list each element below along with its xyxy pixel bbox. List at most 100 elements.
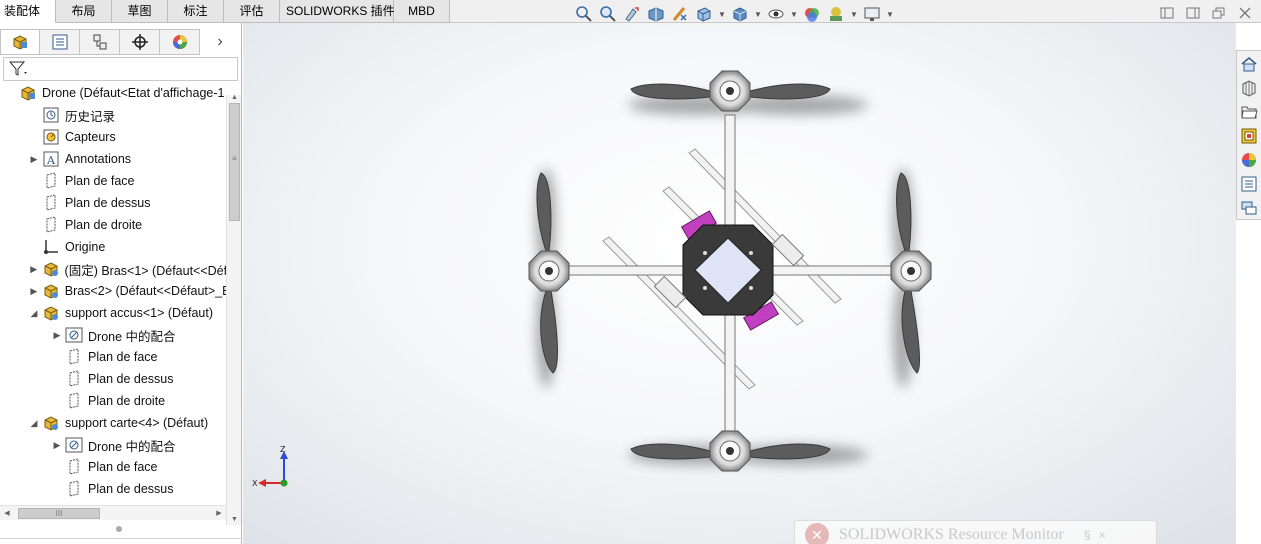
scroll-left-icon[interactable]: ◀ <box>0 506 14 521</box>
plane-icon <box>65 392 83 410</box>
displaymanager-icon[interactable] <box>160 29 200 55</box>
tree-item[interactable]: Plan de dessus <box>0 478 226 500</box>
more-managers-button[interactable]: › <box>200 29 240 55</box>
view-palette-icon[interactable] <box>1237 124 1261 148</box>
heads-up-view-toolbar: ▼ ▼ ▼ ▼ ▼ <box>574 4 894 24</box>
expand-toggle-icon[interactable]: ◢ <box>29 308 39 319</box>
tab-mbd[interactable]: MBD <box>394 0 450 23</box>
tree-item[interactable]: 历史记录 <box>0 104 226 126</box>
drone-model[interactable] <box>243 23 1236 544</box>
view-orientation-icon[interactable] <box>694 5 714 23</box>
feature-tree: Drone (Défaut<Etat d'affichage-1 历史记录 Capt… <box>0 82 226 501</box>
section-view-icon[interactable] <box>646 5 666 23</box>
tree-item[interactable]: ▶ (固定) Bras<1> (Défaut<<Défa <box>0 258 226 280</box>
tree-item[interactable]: ▶ A Annotations <box>0 148 226 170</box>
resource-monitor-icon: ✕ <box>805 523 829 544</box>
expand-toggle-icon[interactable]: ▶ <box>29 154 39 165</box>
feature-tree-filter[interactable] <box>3 57 238 81</box>
tree-item[interactable]: Plan de face <box>0 346 226 368</box>
expand-toggle-icon[interactable]: ▶ <box>52 330 62 341</box>
view-orientation-dropdown-icon[interactable]: ▼ <box>718 10 726 19</box>
tree-item[interactable]: Plan de droite <box>0 390 226 412</box>
pin-icon[interactable]: § <box>1084 528 1091 542</box>
tab-markup[interactable]: 标注 <box>168 0 224 23</box>
tab-layout[interactable]: 布局 <box>56 0 112 23</box>
dimxpertmanager-icon[interactable] <box>120 29 160 55</box>
expand-toggle-icon[interactable]: ◢ <box>29 418 39 429</box>
tree-item[interactable]: ▶ Drone 中的配合 <box>0 324 226 346</box>
tree-item[interactable]: ▶ Bras<2> (Défaut<<Défaut>_E <box>0 280 226 302</box>
tree-item-label: support accus<1> (Défaut) <box>65 306 213 320</box>
tab-assembly[interactable]: 装配体 <box>0 0 56 23</box>
hide-show-items-icon[interactable] <box>766 5 786 23</box>
horizontal-scroll-thumb[interactable]: III <box>18 508 100 519</box>
x-axis-label: X <box>252 479 258 488</box>
tree-item[interactable]: Plan de dessus <box>0 368 226 390</box>
tile-left-icon[interactable] <box>1159 6 1175 20</box>
tree-item-label: Plan de droite <box>65 218 143 232</box>
configurationmanager-icon[interactable] <box>80 29 120 55</box>
zoom-to-fit-icon[interactable] <box>574 5 594 23</box>
close-popup-icon[interactable]: × <box>1099 528 1106 542</box>
edit-appearance-icon[interactable] <box>802 5 822 23</box>
appearances-icon[interactable] <box>1237 148 1261 172</box>
view-settings-icon[interactable] <box>862 5 882 23</box>
tree-item[interactable]: Plan de droite <box>0 214 226 236</box>
scroll-down-icon[interactable]: ▼ <box>227 515 242 525</box>
dynamic-annotation-icon[interactable] <box>670 5 690 23</box>
close-icon[interactable] <box>1237 6 1253 20</box>
tree-item[interactable]: ◢ support accus<1> (Défaut) <box>0 302 226 324</box>
part-icon <box>42 282 60 300</box>
tree-item[interactable]: Origine <box>0 236 226 258</box>
tree-item[interactable]: ▶ Drone 中的配合 <box>0 434 226 456</box>
plane-icon <box>42 216 60 234</box>
tree-item[interactable]: Plan de dessus <box>0 192 226 214</box>
expand-toggle-icon[interactable]: ▶ <box>52 440 62 451</box>
tile-right-icon[interactable] <box>1185 6 1201 20</box>
display-style-icon[interactable] <box>730 5 750 23</box>
tab-sketch[interactable]: 草图 <box>112 0 168 23</box>
reference-triad: Z X <box>252 443 302 493</box>
tree-item-label: Annotations <box>65 152 132 166</box>
design-library-icon[interactable] <box>1237 76 1261 100</box>
previous-view-icon[interactable] <box>622 5 642 23</box>
expand-toggle-icon[interactable]: ▶ <box>29 286 39 297</box>
tree-item[interactable]: Plan de face <box>0 456 226 478</box>
scroll-right-icon[interactable]: ▶ <box>212 506 226 521</box>
tab-solidworks-addins[interactable]: SOLIDWORKS 插件 <box>280 0 395 23</box>
apply-scene-icon[interactable] <box>826 5 846 23</box>
tree-item-label: Capteurs <box>65 130 116 144</box>
tree-item-label: Plan de face <box>88 460 158 474</box>
custom-properties-icon[interactable] <box>1237 172 1261 196</box>
restore-icon[interactable] <box>1211 6 1227 20</box>
mates-icon <box>65 436 83 454</box>
tab-evaluate[interactable]: 评估 <box>224 0 280 23</box>
expand-toggle-icon[interactable]: ▶ <box>29 264 39 275</box>
tree-item[interactable]: ◢ support carte<4> (Défaut) <box>0 412 226 434</box>
view-settings-dropdown-icon[interactable]: ▼ <box>886 10 894 19</box>
scroll-up-icon[interactable]: ▲ <box>227 93 242 103</box>
tree-horizontal-scrollbar[interactable]: ◀ III ▶ <box>0 505 226 520</box>
zoom-to-area-icon[interactable] <box>598 5 618 23</box>
vertical-scroll-thumb[interactable]: ≡ <box>229 103 240 221</box>
tree-item-label: Plan de dessus <box>65 196 151 210</box>
tree-item[interactable]: Drone (Défaut<Etat d'affichage-1 <box>0 82 226 104</box>
apply-scene-dropdown-icon[interactable]: ▼ <box>850 10 858 19</box>
file-explorer-icon[interactable] <box>1237 100 1261 124</box>
tree-vertical-scrollbar[interactable]: ▲ ≡ ▼ <box>226 93 242 525</box>
part-icon <box>42 260 60 278</box>
resource-monitor-popup[interactable]: ✕ SOLIDWORKS Resource Monitor § × <box>794 520 1157 544</box>
graphics-area[interactable]: Z X ✕ SOLIDWORKS Resource Monitor § × <box>243 23 1236 544</box>
tree-item[interactable]: Capteurs <box>0 126 226 148</box>
tree-item[interactable]: Plan de face <box>0 170 226 192</box>
hide-show-dropdown-icon[interactable]: ▼ <box>790 10 798 19</box>
forum-icon[interactable] <box>1237 196 1261 220</box>
propertymanager-icon[interactable] <box>40 29 80 55</box>
tree-item-label: Origine <box>65 240 106 254</box>
featuremanager-icon[interactable] <box>0 29 40 55</box>
display-style-dropdown-icon[interactable]: ▼ <box>754 10 762 19</box>
home-icon[interactable] <box>1237 51 1261 76</box>
document-window-controls <box>1159 6 1253 20</box>
mates-icon <box>65 326 83 344</box>
panel-resize-grip-icon[interactable] <box>116 526 122 532</box>
